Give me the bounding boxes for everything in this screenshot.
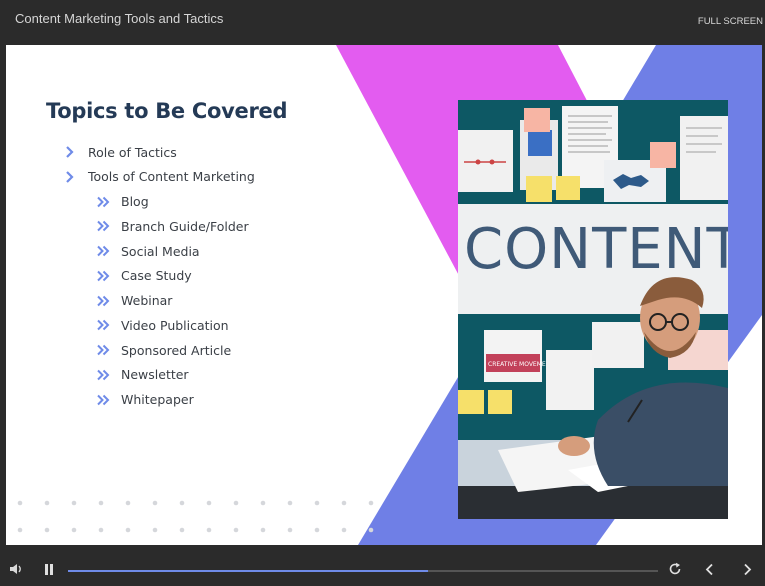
topics-list: Role of Tactics Tools of Content Marketin… bbox=[6, 45, 446, 445]
next-icon[interactable] bbox=[741, 563, 753, 576]
dot-pattern bbox=[17, 500, 374, 533]
topic-item: Case Study bbox=[95, 267, 192, 285]
volume-icon[interactable] bbox=[9, 562, 23, 576]
content-word: CONTENT bbox=[464, 217, 728, 282]
double-chevron-right-icon bbox=[97, 320, 110, 331]
progress-fill bbox=[68, 570, 428, 572]
topic-item: Blog bbox=[95, 193, 149, 211]
previous-icon[interactable] bbox=[704, 563, 716, 576]
topic-item: Social Media bbox=[95, 242, 200, 260]
pause-icon[interactable] bbox=[43, 563, 55, 576]
double-chevron-right-icon bbox=[97, 245, 110, 257]
topic-label: Branch Guide/Folder bbox=[121, 218, 249, 234]
topic-item: Sponsored Article bbox=[95, 341, 231, 359]
chevron-right-icon bbox=[66, 146, 74, 158]
topic-label: Blog bbox=[121, 194, 149, 209]
double-chevron-right-icon bbox=[97, 344, 110, 356]
fullscreen-button[interactable]: FULL SCREEN bbox=[698, 16, 763, 27]
topic-item: Whitepaper bbox=[95, 391, 194, 409]
replay-icon[interactable] bbox=[668, 562, 682, 576]
topic-label: Tools of Content Marketing bbox=[88, 169, 255, 185]
topic-label: Sponsored Article bbox=[121, 342, 232, 358]
slide-canvas: Topics to Be Covered Role of Tactics Tool… bbox=[6, 45, 762, 545]
double-chevron-right-icon bbox=[97, 394, 110, 405]
course-title: Content Marketing Tools and Tactics bbox=[15, 11, 224, 26]
title-bar: Content Marketing Tools and Tactics FULL… bbox=[0, 0, 765, 45]
double-chevron-right-icon bbox=[97, 369, 110, 380]
topic-item: Branch Guide/Folder bbox=[95, 217, 249, 235]
topic-item: Webinar bbox=[95, 292, 172, 310]
double-chevron-right-icon bbox=[97, 295, 110, 306]
chevron-right-icon bbox=[66, 170, 74, 183]
player-controls bbox=[0, 545, 765, 586]
topic-item: Role of Tactics bbox=[62, 143, 177, 161]
topic-item: Newsletter bbox=[95, 366, 189, 384]
topic-label: Whitepaper bbox=[121, 392, 194, 407]
double-chevron-right-icon bbox=[97, 196, 110, 207]
topic-label: Case Study bbox=[121, 268, 192, 284]
topic-item: Video Publication bbox=[95, 316, 229, 334]
topic-label: Social Media bbox=[121, 243, 200, 259]
double-chevron-right-icon bbox=[97, 270, 110, 281]
double-chevron-right-icon bbox=[97, 221, 110, 232]
topic-label: Newsletter bbox=[121, 367, 189, 383]
topic-item: Tools of Content Marketing bbox=[62, 168, 255, 186]
topic-label: Video Publication bbox=[121, 317, 229, 333]
content-photo: CONTENT CREATIVE MOVEMENT bbox=[458, 100, 728, 519]
topic-label: Webinar bbox=[121, 293, 173, 308]
note-label: CREATIVE MOVEMENT bbox=[488, 361, 554, 368]
progress-bar[interactable] bbox=[68, 570, 658, 572]
topic-label: Role of Tactics bbox=[88, 144, 177, 160]
